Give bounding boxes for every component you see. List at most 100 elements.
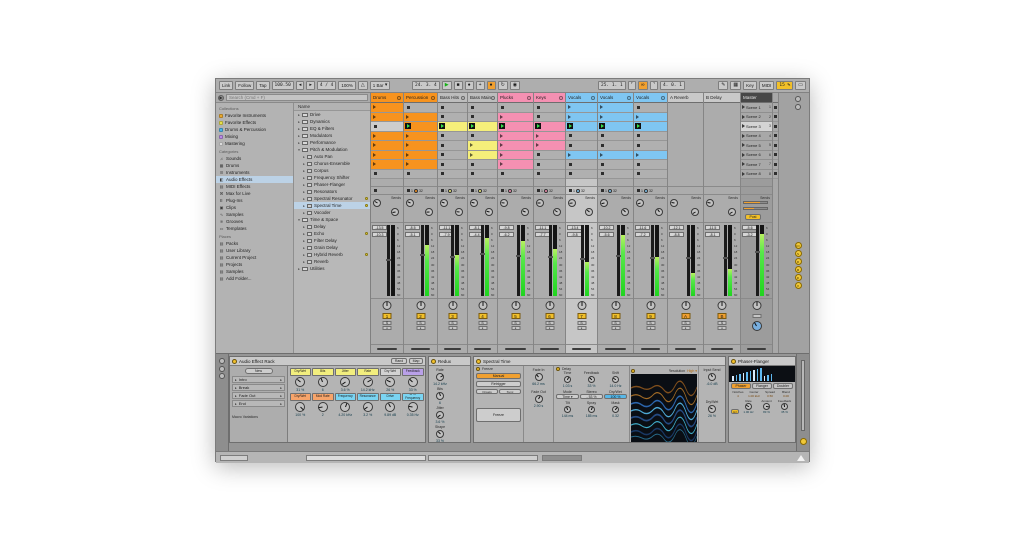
volume-fader[interactable] — [755, 225, 760, 296]
loop-length-field[interactable]: 4. 0. 1 — [659, 81, 685, 90]
view-toggle-m[interactable]: M — [794, 266, 802, 273]
output-dry-wet-knob[interactable] — [708, 405, 716, 413]
chain-play-icon[interactable]: ▸ — [235, 386, 237, 390]
stop-strip-slot[interactable] — [773, 132, 778, 141]
clip-slot-stop[interactable] — [534, 160, 565, 170]
track-header[interactable]: Vocals — [634, 93, 667, 103]
track-activator-button[interactable]: 3 — [448, 313, 457, 319]
clip-slot[interactable] — [534, 122, 565, 132]
send-a-knob[interactable] — [373, 199, 381, 207]
loop-button[interactable]: ∞ — [638, 81, 648, 90]
param-knob[interactable] — [781, 403, 788, 410]
param-knob[interactable] — [763, 403, 770, 410]
fade-out-knob[interactable] — [534, 395, 543, 403]
clip-slot-stop[interactable] — [534, 169, 565, 179]
tab-doubler[interactable]: Doubler — [773, 383, 793, 389]
chain-arrow-icon[interactable]: ▸ — [280, 378, 282, 382]
category-item-plug-ins[interactable]: ⌷ Plug-Ins — [216, 197, 293, 204]
solo-button[interactable]: S — [646, 321, 655, 325]
return-header[interactable]: B Delay — [704, 93, 740, 103]
volume-fader[interactable] — [616, 225, 621, 296]
chain-play-icon[interactable]: ▸ — [235, 378, 237, 382]
volume-fader[interactable] — [420, 225, 425, 296]
scene-launch-icon[interactable] — [742, 152, 745, 157]
volume-value[interactable]: -10.2 — [599, 225, 614, 230]
param-knob[interactable] — [588, 406, 595, 413]
clip-slot-stop[interactable] — [534, 103, 565, 113]
computer-midi-keyboard-icon[interactable]: ▦ — [730, 81, 742, 90]
track-activator-button[interactable]: 8 — [611, 313, 620, 319]
clip-slot[interactable] — [468, 141, 497, 151]
collection-item[interactable]: Drums & Percussion — [216, 126, 293, 133]
clip-slot[interactable] — [566, 150, 597, 160]
param-knob[interactable] — [436, 410, 444, 419]
send-a-knob[interactable] — [470, 199, 478, 207]
freeze-section-toggle[interactable] — [476, 367, 480, 371]
pan-knob[interactable] — [416, 301, 425, 310]
midi-map-button[interactable]: MIDI — [758, 81, 775, 90]
clip-slot[interactable] — [534, 141, 565, 151]
solo-button[interactable]: S — [545, 321, 554, 325]
pan-knob[interactable] — [511, 301, 520, 310]
volume-fader[interactable] — [548, 225, 553, 296]
clip-slot-stop[interactable] — [404, 103, 437, 113]
draw-mode-icon[interactable]: ✎ — [718, 81, 729, 90]
scene-row[interactable]: Scene 8 8 — [741, 169, 772, 179]
clip-slot[interactable] — [598, 122, 633, 132]
track-header[interactable]: Keys — [534, 93, 565, 103]
clip-slot-stop[interactable] — [438, 169, 467, 179]
clip-slot[interactable] — [534, 131, 565, 141]
clip-slot-stop[interactable] — [634, 169, 667, 179]
pan-knob[interactable] — [577, 301, 586, 310]
clip-slot[interactable] — [498, 131, 533, 141]
play-button[interactable]: ▶ — [441, 81, 452, 90]
stereo-value[interactable]: - 53 % — [580, 394, 603, 399]
solo-button[interactable]: S — [382, 321, 392, 325]
rack-chain-row[interactable]: ▸ End ▸ — [232, 400, 285, 407]
clip-slot[interactable] — [566, 122, 597, 132]
volume-value[interactable]: -13.5 — [372, 225, 387, 230]
solo-button[interactable]: S — [478, 321, 487, 325]
arm-button[interactable]: ● — [416, 326, 425, 330]
param-knob[interactable] — [436, 372, 444, 381]
clip-slot[interactable] — [371, 141, 403, 151]
clip-slot-stop[interactable] — [566, 169, 597, 179]
send-a-knob[interactable] — [568, 199, 576, 207]
send-b-knob[interactable] — [485, 208, 493, 216]
macro-knob[interactable] — [340, 376, 351, 387]
spectral-time-title-bar[interactable]: Spectral Time — [474, 357, 725, 366]
macro-knob[interactable] — [385, 376, 396, 387]
clip-slot-stop[interactable] — [566, 160, 597, 170]
volume-value[interactable]: -9.8 — [499, 225, 514, 230]
tempo-field[interactable]: 100.50 — [271, 81, 294, 90]
collection-item[interactable]: Favorite Instruments — [216, 112, 293, 119]
return-header[interactable]: A Reverb — [668, 93, 703, 103]
volume-value[interactable]: -13.4 — [567, 225, 582, 230]
param-knob[interactable] — [588, 376, 595, 383]
clip-slot-stop[interactable] — [438, 103, 467, 113]
clip-slot-stop[interactable] — [634, 160, 667, 170]
scene-launch-icon[interactable] — [742, 133, 745, 138]
track-activator-button[interactable]: 5 — [511, 313, 520, 319]
redux-title-bar[interactable]: Redux — [429, 357, 470, 366]
tree-item[interactable]: ▸ Filter Delay — [294, 237, 370, 244]
rate-sync-toggle[interactable]: Hz — [731, 409, 739, 414]
retrigger-button[interactable]: Retrigger — [476, 381, 521, 387]
punch-out-button[interactable]: ⌝ — [649, 81, 658, 90]
scene-launch-icon[interactable] — [742, 124, 745, 129]
clip-slot[interactable] — [598, 103, 633, 113]
pan-knob[interactable] — [681, 301, 690, 310]
clip-slot[interactable] — [404, 160, 437, 170]
param-knob[interactable] — [436, 391, 444, 400]
arm-button[interactable]: ● — [717, 326, 727, 330]
stop-strip-slot[interactable] — [773, 122, 778, 132]
send-b-knob[interactable] — [655, 208, 663, 216]
send-a-knob[interactable] — [500, 199, 508, 207]
scene-launch-icon[interactable] — [742, 105, 745, 110]
clip-slot-stop[interactable] — [566, 131, 597, 141]
send-a-knob[interactable] — [440, 199, 448, 207]
category-item-clips[interactable]: ▣ Clips — [216, 204, 293, 211]
info-view-icon[interactable] — [219, 373, 225, 379]
collection-item[interactable]: Mixing — [216, 133, 293, 140]
category-item-audio-effects[interactable]: ◧ Audio Effects — [216, 176, 293, 183]
